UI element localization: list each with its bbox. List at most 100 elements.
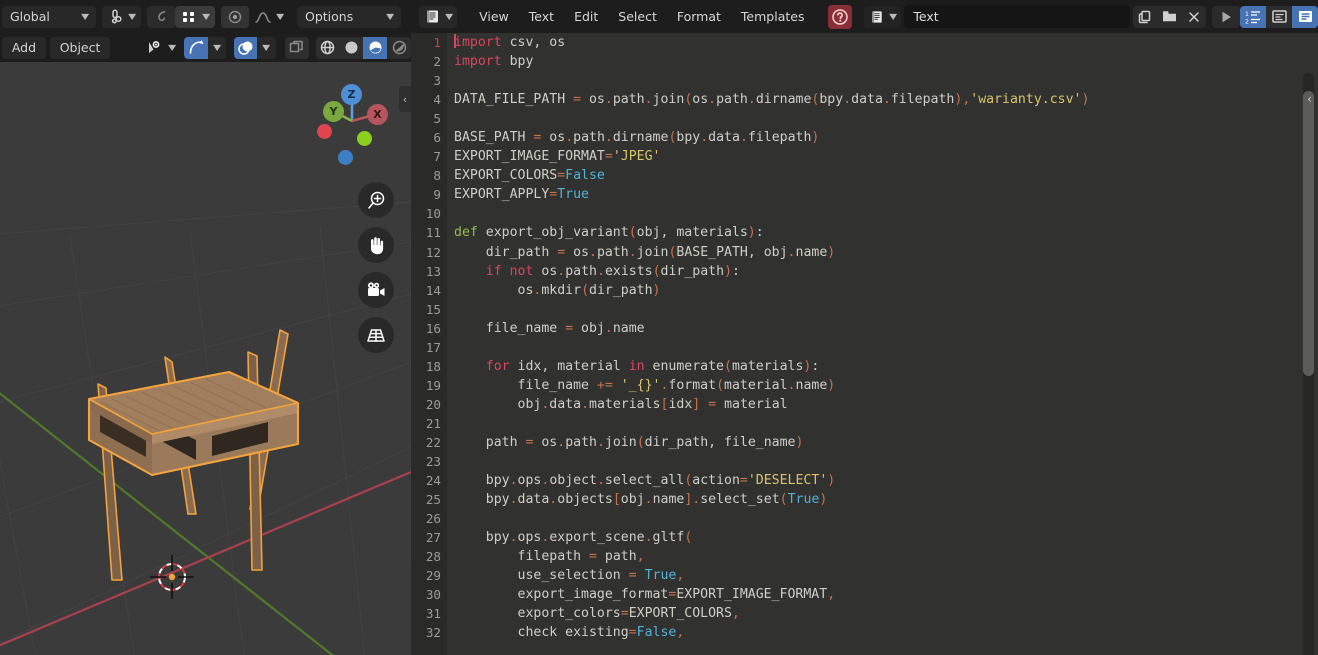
code-token: . [628,244,637,260]
code-line[interactable]: 21 [411,414,1318,433]
code-line[interactable]: 7 EXPORT_IMAGE_FORMAT='JPEG' [411,147,1318,166]
code-line[interactable]: 3 [411,71,1318,90]
code-token: DATA_FILE_PATH [454,92,574,108]
gizmo-z-positive[interactable]: Z [341,84,362,105]
unlink-text-button[interactable] [1182,5,1207,28]
menu-view[interactable]: View [469,6,519,28]
code-token: format [668,377,717,393]
visibility-dropdown[interactable]: ▼ [140,37,179,59]
overlays-toggle[interactable] [233,36,258,59]
text-datablock-dropdown[interactable]: ▼ [864,5,902,28]
solid-shading-button[interactable] [339,36,364,59]
overlays-dropdown[interactable]: ▼ [257,36,276,59]
code-line[interactable]: 9 EXPORT_APPLY=True [411,185,1318,204]
object-menu[interactable]: Object [49,36,111,59]
code-line[interactable]: 8 EXPORT_COLORS=False [411,166,1318,185]
gizmo-toggle[interactable] [184,36,209,59]
code-line[interactable]: 18 for idx, material in enumerate(materi… [411,357,1318,376]
code-line[interactable]: 27 bpy.ops.export_scene.gltf( [411,528,1318,547]
code-line[interactable]: 1 import csv, os [411,33,1318,52]
code-line[interactable]: 13 if not os.path.exists(dir_path): [411,262,1318,281]
sidebar-collapse-arrow[interactable]: ‹ [1303,88,1316,110]
code-line[interactable]: 32 check existing=False, [411,623,1318,642]
code-line[interactable]: 26 [411,509,1318,528]
help-button[interactable] [828,4,853,29]
proportional-falloff-toggle[interactable] [221,5,250,28]
code-token: ( [684,530,693,546]
zoom-tool-button[interactable] [358,182,394,218]
gizmo-x-negative[interactable] [317,124,332,139]
code-line[interactable]: 29 use_selection = True, [411,566,1318,585]
add-menu[interactable]: Add [1,36,47,59]
code-token: . [565,130,574,146]
rendered-shading-button[interactable] [387,36,411,59]
code-line[interactable]: 19 file_name += '_{}'.format(material.na… [411,376,1318,395]
gizmo-y-negative[interactable] [357,131,372,146]
proportional-editing-toggle[interactable] [147,5,176,28]
code-line[interactable]: 23 [411,452,1318,471]
code-token: ( [779,492,788,508]
gizmo-y-positive[interactable]: Y [323,101,344,122]
code-line[interactable]: 16 file_name = obj.name [411,319,1318,338]
line-numbers-toggle[interactable]: 1 2 [1240,5,1267,28]
code-line[interactable]: 11 def export_obj_variant(obj, materials)… [411,223,1318,242]
menu-edit[interactable]: Edit [564,6,608,28]
code-token: . [843,92,852,108]
code-area[interactable]: 1 import csv, os 2 import bpy 3 4 DATA_FILE_PA… [411,33,1318,655]
code-line[interactable]: 17 [411,338,1318,357]
gizmo-dropdown[interactable]: ▼ [208,36,227,59]
word-wrap-toggle[interactable] [1266,5,1293,28]
gizmo-x-positive[interactable]: X [367,104,388,125]
wireframe-shading-button[interactable] [315,36,340,59]
menu-text[interactable]: Text [519,6,564,28]
snapping-dropdown[interactable]: ▼ [102,5,142,28]
syntax-highlight-toggle[interactable] [1292,5,1318,28]
menu-templates[interactable]: Templates [731,6,815,28]
code-line[interactable]: 25 bpy.data.objects[obj.name].select_set… [411,490,1318,509]
code-line[interactable]: 5 [411,109,1318,128]
xray-toggle[interactable] [284,36,309,59]
code-line[interactable]: 31 export_colors=EXPORT_COLORS, [411,604,1318,623]
viewport-canvas[interactable]: Z X Y ‹ [0,62,411,655]
code-line[interactable]: 22 path = os.path.join(dir_path, file_na… [411,433,1318,452]
question-mark-icon [832,8,849,25]
code-line[interactable]: 28 filepath = path, [411,547,1318,566]
text-name-field[interactable]: Text [904,5,1130,28]
pan-tool-button[interactable] [358,227,394,263]
editor-type-dropdown[interactable]: ▼ [419,5,458,28]
falloff-curve-dropdown[interactable]: ▼ [249,6,288,28]
code-token: = [573,92,582,108]
code-line[interactable]: 2 import bpy [411,52,1318,71]
code-line[interactable]: 6 BASE_PATH = os.path.dirname(bpy.data.fi… [411,128,1318,147]
code-line[interactable]: 14 os.mkdir(dir_path) [411,281,1318,300]
camera-view-icon [368,282,385,296]
code-token: export_obj_variant [477,225,629,241]
code-token: : [811,358,820,374]
code-token: obj [620,492,645,508]
code-line[interactable]: 12 dir_path = os.path.join(BASE_PATH, ob… [411,243,1318,262]
gizmo-z-negative[interactable] [338,150,353,165]
code-token: = [628,568,637,584]
material-preview-shading-button[interactable] [363,36,388,59]
navigation-gizmo[interactable]: Z X Y [307,76,393,165]
code-line[interactable]: 24 bpy.ops.object.select_all(action='DES… [411,471,1318,490]
code-token: . [509,492,518,508]
menu-format[interactable]: Format [667,6,731,28]
vertical-scrollbar[interactable] [1303,91,1314,376]
code-line[interactable]: 10 [411,204,1318,223]
open-text-button[interactable] [1156,5,1183,28]
code-line[interactable]: 4 DATA_FILE_PATH = os.path.join(os.path.d… [411,90,1318,109]
transform-orientation-dropdown[interactable]: Global ▼ [2,5,96,28]
code-line[interactable]: 30 export_image_format=EXPORT_IMAGE_FORM… [411,585,1318,604]
new-text-button[interactable] [1132,5,1157,28]
camera-view-button[interactable] [358,272,394,308]
menu-select[interactable]: Select [608,6,667,28]
run-script-button[interactable] [1212,5,1241,28]
orthographic-toggle-button[interactable] [358,317,394,353]
viewport-options-dropdown[interactable]: Options ▼ [297,5,401,28]
sidebar-expand-arrow[interactable]: ‹ [399,86,411,112]
code-line[interactable]: 20 obj.data.materials[idx] = material [411,395,1318,414]
proportional-grid-dropdown[interactable]: ▼ [175,5,216,28]
code-line[interactable]: 15 [411,300,1318,319]
code-token: BASE_PATH [454,130,534,146]
